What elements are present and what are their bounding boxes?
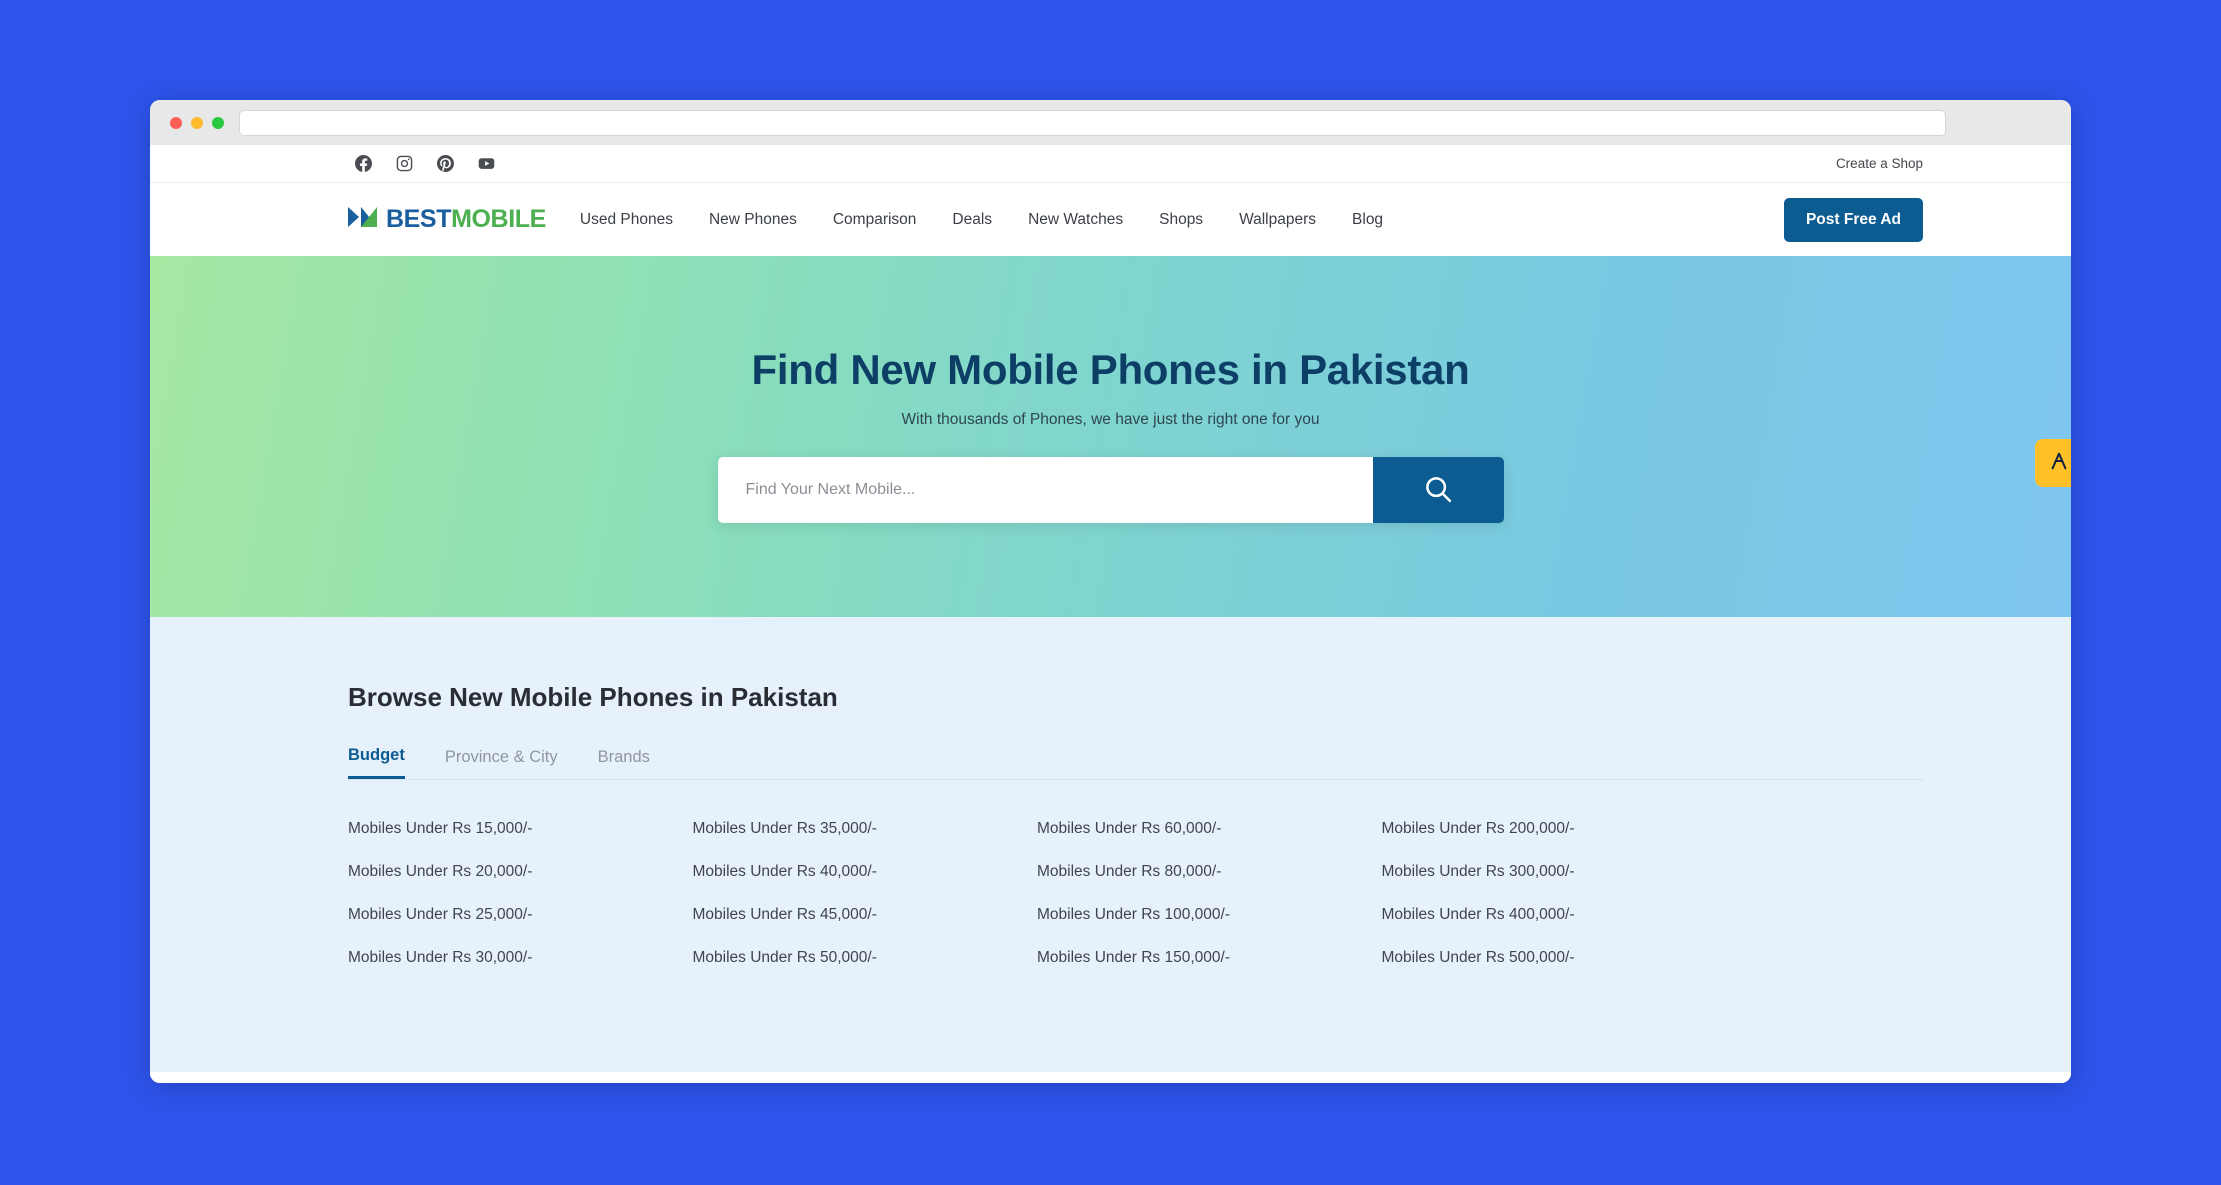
nav-link-deals[interactable]: Deals <box>952 211 992 228</box>
hero-search-bar <box>717 457 1504 523</box>
budget-link[interactable]: Mobiles Under Rs 45,000/- <box>693 906 1038 924</box>
budget-link[interactable]: Mobiles Under Rs 500,000/- <box>1382 949 1727 967</box>
budget-link[interactable]: Mobiles Under Rs 35,000/- <box>693 820 1038 838</box>
logo-mark-icon <box>348 206 378 233</box>
search-icon <box>1423 474 1453 507</box>
nav-item-blog: Blog <box>1352 211 1383 229</box>
close-window-button[interactable] <box>170 116 182 129</box>
top-utility-bar: Create a Shop <box>150 145 2071 183</box>
site-logo[interactable]: BESTMOBILE <box>348 205 546 234</box>
traffic-lights <box>170 116 224 129</box>
pinterest-icon[interactable] <box>437 155 454 172</box>
logo-text-best: BEST <box>386 205 452 233</box>
browse-heading: Browse New Mobile Phones in Pakistan <box>348 682 838 712</box>
budget-link[interactable]: Mobiles Under Rs 100,000/- <box>1037 906 1382 924</box>
chevron-up-icon <box>2048 450 2070 477</box>
post-free-ad-button[interactable]: Post Free Ad <box>1783 197 1923 242</box>
minimize-window-button[interactable] <box>191 116 203 129</box>
logo-text-mobile: MOBILE <box>451 205 546 233</box>
browser-window: Create a Shop BESTMOBILE Used Phones New… <box>150 100 2071 1083</box>
budget-link[interactable]: Mobiles Under Rs 30,000/- <box>348 949 693 967</box>
nav-item-wallpapers: Wallpapers <box>1239 211 1316 229</box>
budget-link[interactable]: Mobiles Under Rs 150,000/- <box>1037 949 1382 967</box>
nav-item-used-phones: Used Phones <box>580 211 673 229</box>
browser-chrome <box>150 100 2071 145</box>
search-button[interactable] <box>1372 457 1504 523</box>
nav-item-new-phones: New Phones <box>709 211 797 229</box>
hero-subtitle: With thousands of Phones, we have just t… <box>901 411 1320 428</box>
nav-item-shops: Shops <box>1159 211 1203 229</box>
footer-strip <box>150 1072 2071 1083</box>
nav-link-wallpapers[interactable]: Wallpapers <box>1239 211 1316 228</box>
nav-item-new-watches: New Watches <box>1028 211 1123 229</box>
facebook-icon[interactable] <box>355 155 372 172</box>
youtube-icon[interactable] <box>478 155 495 172</box>
maximize-window-button[interactable] <box>212 116 224 129</box>
create-a-shop-link[interactable]: Create a Shop <box>1836 156 1923 171</box>
nav-item-comparison: Comparison <box>833 211 917 229</box>
budget-link[interactable]: Mobiles Under Rs 60,000/- <box>1037 820 1382 838</box>
search-input[interactable] <box>717 457 1373 523</box>
url-bar-input[interactable] <box>239 109 1946 136</box>
budget-link[interactable]: Mobiles Under Rs 80,000/- <box>1037 863 1382 881</box>
budget-link[interactable]: Mobiles Under Rs 400,000/- <box>1382 906 1727 924</box>
budget-link[interactable]: Mobiles Under Rs 300,000/- <box>1382 863 1727 881</box>
tab-budget[interactable]: Budget <box>348 746 405 779</box>
nav-link-new-phones[interactable]: New Phones <box>709 211 797 228</box>
nav-item-deals: Deals <box>952 211 992 229</box>
instagram-icon[interactable] <box>396 155 413 172</box>
nav-link-shops[interactable]: Shops <box>1159 211 1203 228</box>
nav-link-new-watches[interactable]: New Watches <box>1028 211 1123 228</box>
logo-text: BESTMOBILE <box>386 205 546 234</box>
nav-link-blog[interactable]: Blog <box>1352 211 1383 228</box>
browse-tabs: Budget Province & City Brands <box>348 746 1923 780</box>
budget-link[interactable]: Mobiles Under Rs 20,000/- <box>348 863 693 881</box>
browse-section: Browse New Mobile Phones in Pakistan Bud… <box>150 617 2071 1072</box>
nav-links: Used Phones New Phones Comparison Deals … <box>580 211 1383 229</box>
budget-link[interactable]: Mobiles Under Rs 25,000/- <box>348 906 693 924</box>
budget-link[interactable]: Mobiles Under Rs 40,000/- <box>693 863 1038 881</box>
budget-links-grid: Mobiles Under Rs 15,000/- Mobiles Under … <box>348 820 1726 967</box>
budget-link[interactable]: Mobiles Under Rs 200,000/- <box>1382 820 1727 838</box>
hero-title: Find New Mobile Phones in Pakistan <box>751 346 1470 393</box>
social-icons <box>355 155 495 172</box>
budget-link[interactable]: Mobiles Under Rs 50,000/- <box>693 949 1038 967</box>
hero-section: Find New Mobile Phones in Pakistan With … <box>150 256 2071 617</box>
nav-link-comparison[interactable]: Comparison <box>833 211 917 228</box>
nav-link-used-phones[interactable]: Used Phones <box>580 211 673 228</box>
tab-brands[interactable]: Brands <box>598 746 650 779</box>
floating-side-tab-button[interactable] <box>2035 439 2071 487</box>
main-navigation: BESTMOBILE Used Phones New Phones Compar… <box>150 183 2071 256</box>
page-content: Create a Shop BESTMOBILE Used Phones New… <box>150 145 2071 1083</box>
tab-province-city[interactable]: Province & City <box>445 746 558 779</box>
budget-link[interactable]: Mobiles Under Rs 15,000/- <box>348 820 693 838</box>
